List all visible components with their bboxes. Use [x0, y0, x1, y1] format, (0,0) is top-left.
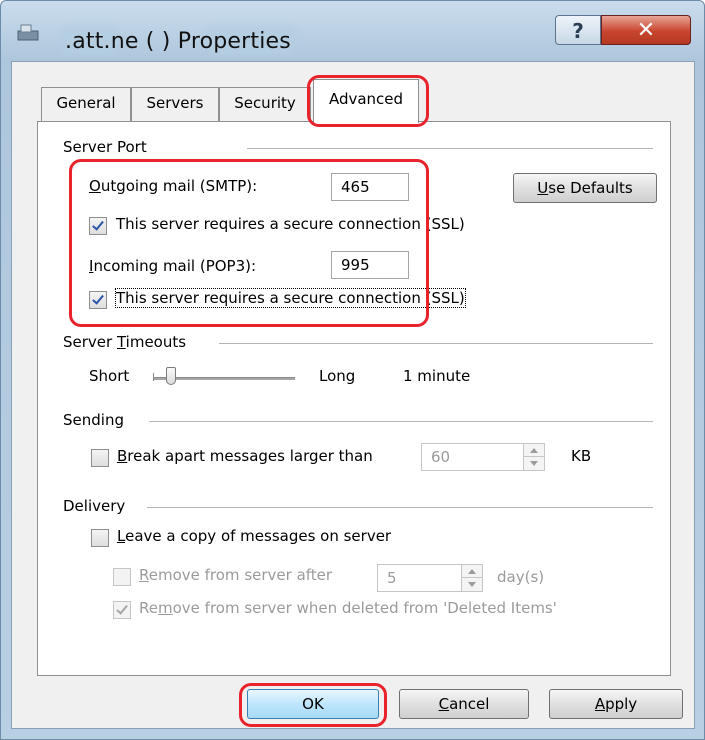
break-apart-label[interactable]: Break apart messages larger than [117, 447, 373, 465]
separator [149, 421, 653, 422]
tab-security[interactable]: Security [219, 87, 311, 121]
outgoing-ssl-checkbox[interactable] [89, 217, 107, 235]
remove-deleted-checkbox[interactable] [113, 601, 131, 619]
timeout-long-label: Long [319, 367, 356, 385]
slider-tick [153, 373, 154, 381]
title-bar[interactable]: .att.ne ( ) Properties ? ✕ [1, 1, 704, 55]
remove-after-checkbox[interactable] [113, 568, 131, 586]
timeout-slider-thumb[interactable] [166, 367, 177, 385]
outgoing-port-input[interactable]: 465 [331, 173, 409, 201]
leave-copy-label[interactable]: Leave a copy of messages on server [117, 527, 391, 545]
separator [147, 507, 653, 508]
section-sending: Sending [63, 411, 124, 429]
incoming-mail-label: Incoming mail (POP3): [89, 257, 257, 275]
remove-days-unit: day(s) [497, 568, 545, 586]
close-button[interactable]: ✕ [601, 15, 691, 45]
window-title: .att.ne ( ) Properties [65, 29, 291, 54]
section-delivery: Delivery [63, 497, 126, 515]
incoming-ssl-checkbox[interactable] [89, 291, 107, 309]
remove-after-label[interactable]: Remove from server after [139, 566, 332, 584]
outgoing-mail-label: Outgoing mail (SMTP): [89, 177, 258, 195]
ok-button[interactable]: OK [247, 689, 379, 719]
break-size-unit: KB [571, 447, 592, 465]
timeout-short-label: Short [89, 367, 130, 385]
tab-advanced[interactable]: Advanced [313, 79, 419, 123]
help-button[interactable]: ? [555, 15, 601, 45]
remove-deleted-label[interactable]: Remove from server when deleted from 'De… [139, 599, 557, 617]
spin-down-icon[interactable] [462, 578, 482, 591]
spin-down-icon[interactable] [524, 457, 544, 470]
tab-panel-advanced [37, 121, 671, 676]
mail-account-icon [17, 23, 39, 41]
separator [247, 148, 653, 149]
outgoing-ssl-label[interactable]: This server requires a secure connection… [116, 215, 465, 233]
use-defaults-button[interactable]: Use Defaults [513, 173, 657, 203]
break-apart-checkbox[interactable] [91, 449, 109, 467]
spin-up-icon[interactable] [462, 565, 482, 578]
tab-general[interactable]: General [41, 87, 131, 121]
incoming-port-input[interactable]: 995 [331, 251, 409, 279]
section-server-timeouts: Server Timeouts [63, 333, 187, 351]
apply-button[interactable]: Apply [549, 689, 683, 719]
remove-days-spinner[interactable] [461, 564, 483, 592]
tab-servers[interactable]: Servers [131, 87, 219, 121]
leave-copy-checkbox[interactable] [91, 529, 109, 547]
timeout-value-label: 1 minute [403, 367, 471, 385]
separator [219, 343, 653, 344]
spin-up-icon[interactable] [524, 444, 544, 457]
properties-dialog: .att.ne ( ) Properties ? ✕ General Serve… [0, 0, 705, 740]
cancel-button[interactable]: Cancel [399, 689, 529, 719]
break-size-spinner[interactable] [523, 443, 545, 471]
section-server-port: Server Port [63, 138, 147, 156]
incoming-ssl-label[interactable]: This server requires a secure connection… [115, 288, 466, 308]
